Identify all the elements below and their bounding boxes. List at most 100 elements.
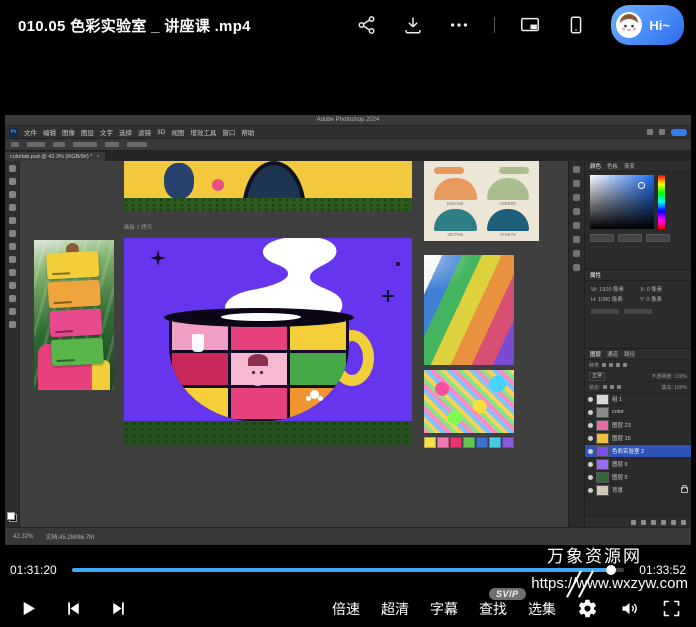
tool-icon (9, 165, 16, 172)
menu-window: 窗口 (222, 127, 235, 137)
foreground-background-swatch (7, 512, 17, 522)
blend-mode-select: 正常 (589, 372, 605, 381)
swatch (450, 437, 462, 448)
current-time: 01:31:20 (10, 563, 64, 577)
color-picker-field (590, 175, 654, 229)
subtitles-button[interactable]: 字幕 (430, 599, 458, 619)
visibility-icon (588, 423, 593, 428)
next-button[interactable] (108, 598, 129, 619)
quality-button[interactable]: 超清 (381, 599, 409, 619)
panel-icon (573, 180, 580, 187)
menu-filter: 滤镜 (138, 127, 151, 137)
account-button[interactable]: Hi~ (611, 5, 684, 45)
puzzle-piece (290, 353, 346, 384)
share-icon[interactable] (356, 14, 378, 36)
swatch (463, 437, 475, 448)
ps-panels: 颜色 色板 渐变 属性 W: 1920 像素 (584, 161, 691, 528)
ps-canvas: 画板 1 拷贝 (20, 161, 568, 528)
layer-row: color (585, 406, 691, 419)
opacity-value: 不透明度: 100% (651, 373, 687, 380)
tool-icon (9, 269, 16, 276)
tool-icon (9, 191, 16, 198)
swatch (476, 437, 488, 448)
doodle-flower (310, 390, 319, 399)
prop-height: H: 1080 像素 (591, 295, 636, 303)
artwork-architecture-photo (424, 255, 514, 365)
layer-filter-label: 种类 (589, 362, 599, 369)
panel-icon (573, 166, 580, 173)
menu-3d: 3D (157, 129, 165, 136)
color-panel: 颜色 色板 渐变 (585, 161, 691, 270)
sparkle-dot (396, 262, 400, 266)
fullscreen-icon[interactable] (661, 598, 682, 619)
menu-view: 视图 (171, 127, 184, 137)
document-info: 文档:45.2M/86.7M (45, 532, 94, 541)
zoom-level: 42.32% (13, 534, 33, 540)
volume-icon[interactable] (619, 598, 640, 619)
menu-plugins: 增效工具 (190, 127, 216, 137)
swatch (424, 437, 436, 448)
tab-close-icon: × (96, 154, 99, 160)
panel-icon (573, 194, 580, 201)
control-bar: 倍速 超清 字幕 查找 选集 (0, 590, 696, 627)
ps-toolbar (5, 161, 20, 528)
play-button[interactable] (18, 598, 39, 619)
menu-select: 选择 (119, 127, 132, 137)
banner-figure (164, 163, 194, 199)
progress-bar[interactable] (72, 568, 624, 572)
palette-pill (499, 167, 529, 174)
visibility-icon (588, 462, 593, 467)
palette-swatch: 1F5E78 (487, 209, 530, 237)
artwork-photo-model (34, 240, 114, 390)
layer-row-background: 背景 (585, 484, 691, 497)
video-player: 010.05 色彩实验室 _ 讲座课 .mp4 (0, 0, 696, 627)
mobile-view-icon[interactable] (565, 14, 587, 36)
color-card-stack (46, 251, 104, 367)
panel-icon-strip (568, 161, 584, 528)
layer-row-selected: 色彩实验室 2 (585, 445, 691, 458)
watermark-site-name: 万象资源网 (547, 542, 642, 567)
tool-icon (9, 256, 16, 263)
avatar (615, 11, 643, 39)
visibility-icon (588, 488, 593, 493)
properties-panel: 属性 W: 1920 像素 X: 0 像素 H: 1080 像素 Y: 0 像素 (585, 270, 691, 349)
banner-grass (124, 198, 412, 211)
top-bar: 010.05 色彩实验室 _ 讲座课 .mp4 (0, 0, 696, 50)
pip-icon[interactable] (519, 14, 541, 36)
episodes-button[interactable]: 选集 (528, 599, 556, 619)
artboard-label: 画板 1 拷贝 (124, 223, 152, 231)
tool-option-block (11, 142, 19, 147)
tool-icon (9, 295, 16, 302)
layers-panel: 图层 通道 路径 种类 正常 不透明度: 100% (585, 349, 691, 528)
palette-pill (434, 167, 464, 174)
menu-type: 文字 (100, 127, 113, 137)
progress-fill (72, 568, 611, 572)
grass-strip (124, 421, 412, 445)
puzzle-piece (172, 388, 228, 419)
tool-option-block (73, 142, 97, 147)
search-button[interactable]: 查找 (479, 599, 507, 619)
tab-layers: 图层 (590, 350, 601, 358)
swatch (489, 437, 501, 448)
video-canvas[interactable]: Adobe Photoshop 2024 Ps 文件 编辑 图像 图层 文字 选… (0, 50, 696, 562)
sparkle-star (150, 250, 166, 266)
video-title: 010.05 色彩实验室 _ 讲座课 .mp4 (18, 15, 251, 36)
palette-swatch: A9BD8F (487, 178, 530, 206)
settings-gear-icon[interactable] (577, 598, 598, 619)
divider (494, 17, 495, 33)
tool-icon (9, 178, 16, 185)
layer-row: 图层 5 (585, 471, 691, 484)
prop-width: W: 1920 像素 (591, 285, 636, 293)
ps-logo: Ps (9, 128, 18, 137)
tab-swatches: 色板 (607, 162, 618, 170)
ps-title-bar: Adobe Photoshop 2024 (5, 115, 691, 126)
model-accent (92, 360, 110, 390)
panel-icon (573, 250, 580, 257)
download-icon[interactable] (402, 14, 424, 36)
previous-button[interactable] (63, 598, 84, 619)
speed-button[interactable]: 倍速 (332, 599, 360, 619)
properties-controls (585, 307, 691, 316)
ps-share-button (671, 129, 687, 136)
artwork-psychedelic-pattern (424, 370, 514, 433)
more-icon[interactable] (448, 14, 470, 36)
